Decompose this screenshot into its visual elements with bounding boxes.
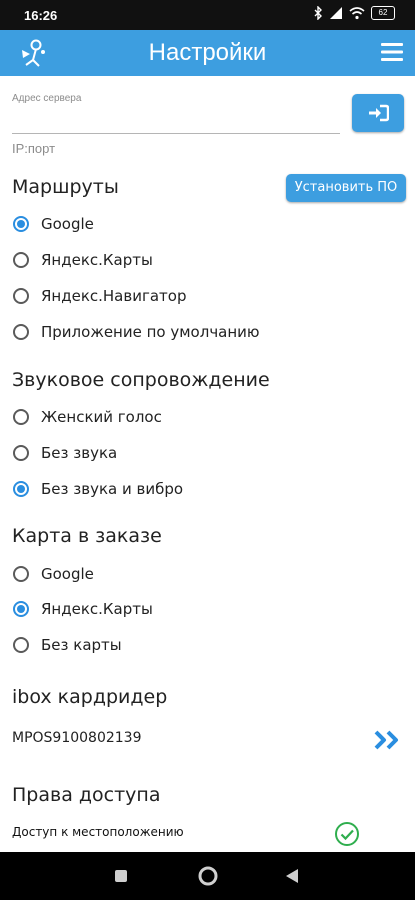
cardreader-device-id[interactable]: MPOS9100802139 [12, 730, 142, 746]
server-address-underline [12, 133, 340, 134]
routes-title: Маршруты [12, 176, 119, 198]
triangle-back-icon[interactable] [285, 868, 299, 884]
radio-label: Google [41, 215, 94, 233]
server-address-label: Адрес сервера [12, 93, 82, 104]
signal-icon [330, 7, 342, 19]
server-address-hint: IP:порт [12, 141, 56, 156]
status-icons: 62 [313, 6, 395, 20]
radio-label: Яндекс.Карты [41, 251, 153, 269]
radio-label: Без звука и вибро [41, 480, 184, 498]
check-circle-icon [335, 822, 359, 846]
radio-circle [13, 566, 29, 582]
app-bar: Настройки [0, 30, 415, 76]
install-software-button[interactable]: Установить ПО [286, 174, 406, 202]
login-button[interactable] [352, 94, 404, 132]
wifi-icon [349, 7, 365, 20]
location-permission-label: Доступ к местоположению [12, 825, 184, 839]
radio-label: Женский голос [41, 408, 162, 426]
status-time: 16:26 [24, 8, 58, 23]
radio-label: Приложение по умолчанию [41, 323, 260, 341]
radio-circle [13, 252, 29, 268]
radio-sound-female-voice[interactable]: Женский голос [13, 408, 162, 426]
double-chevron-right-icon[interactable] [374, 730, 402, 750]
radio-map-none[interactable]: Без карты [13, 636, 122, 654]
radio-sound-silent[interactable]: Без звука [13, 444, 117, 462]
radio-circle [13, 216, 29, 232]
order-map-title: Карта в заказе [12, 525, 162, 547]
circle-home-icon[interactable] [197, 865, 219, 887]
battery-icon: 62 [371, 6, 395, 20]
radio-circle [13, 601, 29, 617]
radio-routes-google[interactable]: Google [13, 215, 94, 233]
radio-routes-default-app[interactable]: Приложение по умолчанию [13, 323, 260, 341]
hamburger-menu-icon[interactable] [381, 42, 403, 62]
radio-routes-yandex-maps[interactable]: Яндекс.Карты [13, 251, 153, 269]
radio-label: Без звука [41, 444, 118, 462]
radio-circle [13, 481, 29, 497]
sound-title: Звуковое сопровождение [12, 369, 270, 391]
permissions-title: Права доступа [12, 784, 161, 806]
system-nav-bar [0, 852, 415, 900]
status-bar: 16:26 62 [0, 0, 415, 30]
radio-routes-yandex-navigator[interactable]: Яндекс.Навигатор [13, 287, 186, 305]
radio-circle [13, 324, 29, 340]
server-address-input[interactable] [12, 110, 342, 132]
bluetooth-icon [314, 6, 322, 20]
radio-label: Яндекс.Карты [41, 600, 153, 618]
radio-map-yandex[interactable]: Яндекс.Карты [13, 600, 153, 618]
radio-circle [13, 637, 29, 653]
radio-label: Яндекс.Навигатор [41, 287, 187, 305]
page-title: Настройки [148, 39, 267, 66]
login-icon [369, 104, 389, 122]
square-icon[interactable] [114, 869, 128, 883]
radio-circle [13, 445, 29, 461]
radio-circle [13, 288, 29, 304]
radio-map-google[interactable]: Google [13, 565, 94, 583]
radio-circle [13, 409, 29, 425]
cardreader-title: ibox кардридер [12, 686, 168, 708]
radio-label: Google [41, 565, 94, 583]
radio-sound-silent-vibro[interactable]: Без звука и вибро [13, 480, 183, 498]
radio-label: Без карты [41, 636, 122, 654]
